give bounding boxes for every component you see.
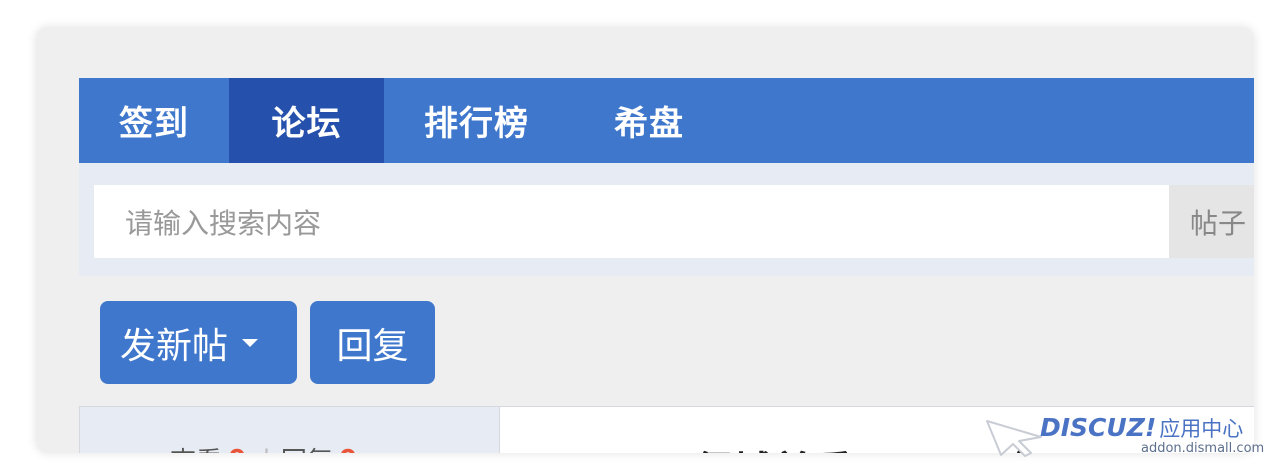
thread-title[interactable]: i... 环保城首重 $3.10 每 <box>580 439 1048 453</box>
views-count: 0 <box>228 445 246 454</box>
new-post-button[interactable]: 发新帖 <box>100 301 297 384</box>
search-input[interactable]: 请输入搜索内容 <box>94 185 1169 258</box>
cursor-arrow-icon <box>986 420 1042 457</box>
search-type-select[interactable]: 帖子 <box>1169 185 1254 258</box>
stats-divider: | <box>262 445 271 454</box>
replies-count: 0 <box>339 445 357 454</box>
nav-item-ranking[interactable]: 排行榜 <box>384 78 569 163</box>
reply-button[interactable]: 回复 <box>310 301 435 384</box>
forum-page-card: 签到 论坛 排行榜 希盘 请输入搜索内容 帖子 发新帖 回复 查看 0 | 回复… <box>36 27 1254 453</box>
search-bar: 请输入搜索内容 帖子 <box>79 163 1254 276</box>
watermark-center-text: 应用中心 <box>1159 417 1244 441</box>
thread-stats: 查看 0 | 回复 0 <box>79 406 500 453</box>
caret-down-icon <box>242 338 259 347</box>
reply-label: 回复 <box>336 325 409 367</box>
watermark-url: addon.dismall.com <box>1141 441 1265 456</box>
top-nav: 签到 论坛 排行榜 希盘 <box>79 78 1254 163</box>
watermark-logo-text: DISCUZ! <box>1040 413 1157 442</box>
watermark-logo: DISCUZ! 应用中心 <box>1040 413 1243 443</box>
views-label: 查看 <box>170 441 222 453</box>
nav-item-checkin[interactable]: 签到 <box>79 78 229 163</box>
new-post-label: 发新帖 <box>120 325 229 367</box>
nav-item-xipan[interactable]: 希盘 <box>569 78 729 163</box>
replies-label: 回复 <box>281 441 333 453</box>
nav-item-forum[interactable]: 论坛 <box>229 78 384 163</box>
watermark: DISCUZ! 应用中心 addon.dismall.com <box>985 413 1275 463</box>
